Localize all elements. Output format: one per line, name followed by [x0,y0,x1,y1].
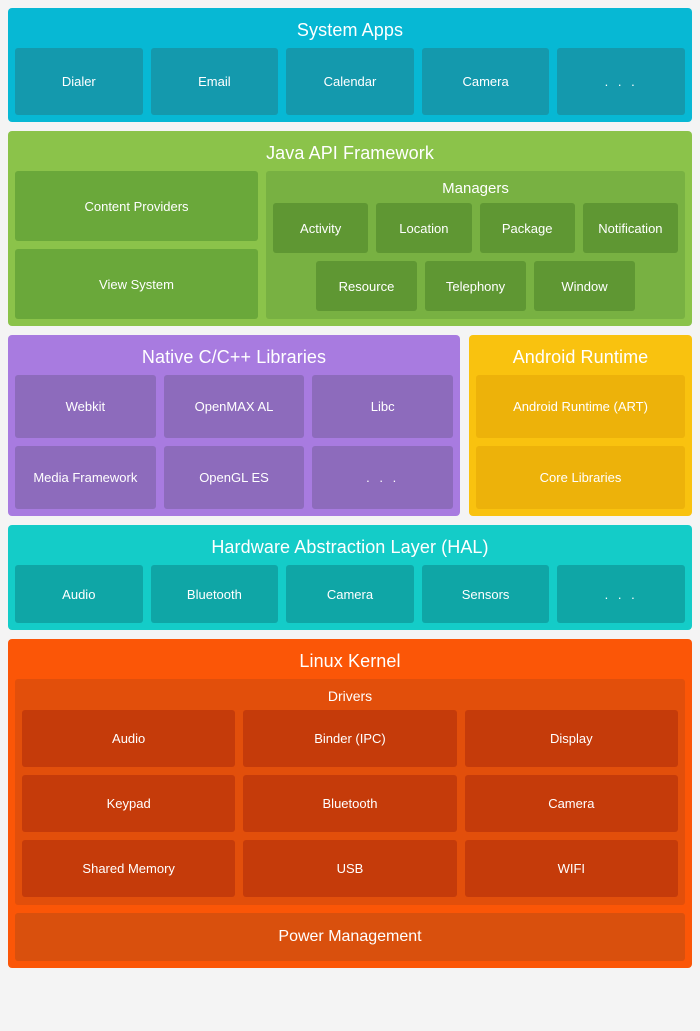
cell-camera[interactable]: Camera [421,48,550,115]
layer-title-android-runtime: Android Runtime [512,347,649,367]
layer-title-hal: Hardware Abstraction Layer (HAL) [211,537,489,557]
cell-native-libraries-more[interactable]: . . . [312,446,454,509]
layer-title-system-apps: System Apps [296,20,404,40]
cell-telephony-manager[interactable]: Telephony [425,261,526,311]
native-libraries-row-2: Media Framework OpenGL ES . . . [15,446,454,509]
cell-hal-camera[interactable]: Camera [286,565,414,623]
layer-title-linux-kernel: Linux Kernel [299,651,401,671]
cell-hal-sensors[interactable]: Sensors [421,565,550,623]
managers-row-2: Resource Telephony Window [273,261,678,311]
cell-libc[interactable]: Libc [312,375,454,438]
java-framework-body: Content Providers View System Managers A… [15,171,685,319]
cell-activity-manager[interactable]: Activity [273,203,369,253]
android-runtime-row-1: Android Runtime (ART) [476,375,685,438]
layer-hal: Hardware Abstraction Layer (HAL) Audio B… [8,525,692,630]
cell-location-manager[interactable]: Location [376,203,472,253]
android-runtime-row-2: Core Libraries [476,446,685,509]
layer-title-native-libraries: Native C/C++ Libraries [141,347,327,367]
cell-driver-shared-memory[interactable]: Shared Memory [22,840,236,897]
native-and-runtime-row: Native C/C++ Libraries Webkit OpenMAX AL… [8,335,692,516]
cell-driver-keypad[interactable]: Keypad [22,775,236,832]
cell-driver-display[interactable]: Display [464,710,678,767]
cell-driver-binder-ipc[interactable]: Binder (IPC) [243,710,457,767]
cell-calendar[interactable]: Calendar [286,48,414,115]
managers-panel: Managers Activity Location Package Notif… [266,171,685,319]
cell-driver-bluetooth[interactable]: Bluetooth [243,775,457,832]
cell-android-runtime-art[interactable]: Android Runtime (ART) [476,375,685,438]
drivers-panel: Drivers Audio Binder (IPC) Display Keypa… [15,679,685,905]
cell-system-apps-more[interactable]: . . . [557,48,685,115]
cell-driver-wifi[interactable]: WIFI [464,840,678,897]
cell-notification-manager[interactable]: Notification [582,203,678,253]
managers-row-1: Activity Location Package Notification [273,203,678,253]
native-libraries-row-1: Webkit OpenMAX AL Libc [15,375,454,438]
cell-hal-audio[interactable]: Audio [15,565,143,623]
cell-hal-more[interactable]: . . . [557,565,685,623]
cell-openmax-al[interactable]: OpenMAX AL [163,375,305,438]
layer-system-apps: System Apps Dialer Email Calendar Camera… [8,8,692,122]
cell-package-manager[interactable]: Package [479,203,575,253]
drivers-title: Drivers [327,688,373,704]
drivers-row-1: Audio Binder (IPC) Display [22,710,678,767]
cell-hal-bluetooth[interactable]: Bluetooth [150,565,279,623]
cell-power-management[interactable]: Power Management [15,913,685,961]
architecture-diagram: System Apps Dialer Email Calendar Camera… [0,0,700,1031]
managers-title: Managers [442,180,509,197]
cell-resource-manager[interactable]: Resource [316,261,417,311]
cell-window-manager[interactable]: Window [534,261,635,311]
cell-view-system[interactable]: View System [15,249,258,319]
cell-email[interactable]: Email [150,48,279,115]
layer-android-runtime: Android Runtime Android Runtime (ART) Co… [469,335,692,516]
cell-dialer[interactable]: Dialer [15,48,143,115]
hal-row: Audio Bluetooth Camera Sensors . . . [15,565,685,623]
cell-driver-camera[interactable]: Camera [464,775,678,832]
cell-webkit[interactable]: Webkit [15,375,156,438]
drivers-row-3: Shared Memory USB WIFI [22,840,678,897]
cell-driver-audio[interactable]: Audio [22,710,236,767]
layer-title-java-api-framework: Java API Framework [266,143,434,163]
layer-java-api-framework: Java API Framework Content Providers Vie… [8,131,692,326]
cell-content-providers[interactable]: Content Providers [15,171,258,241]
cell-media-framework[interactable]: Media Framework [15,446,156,509]
drivers-row-2: Keypad Bluetooth Camera [22,775,678,832]
java-framework-left-column: Content Providers View System [15,171,258,319]
cell-opengl-es[interactable]: OpenGL ES [163,446,305,509]
cell-core-libraries[interactable]: Core Libraries [476,446,685,509]
system-apps-row: Dialer Email Calendar Camera . . . [15,48,685,115]
layer-native-libraries: Native C/C++ Libraries Webkit OpenMAX AL… [8,335,460,516]
cell-driver-usb[interactable]: USB [243,840,457,897]
layer-linux-kernel: Linux Kernel Drivers Audio Binder (IPC) … [8,639,692,968]
